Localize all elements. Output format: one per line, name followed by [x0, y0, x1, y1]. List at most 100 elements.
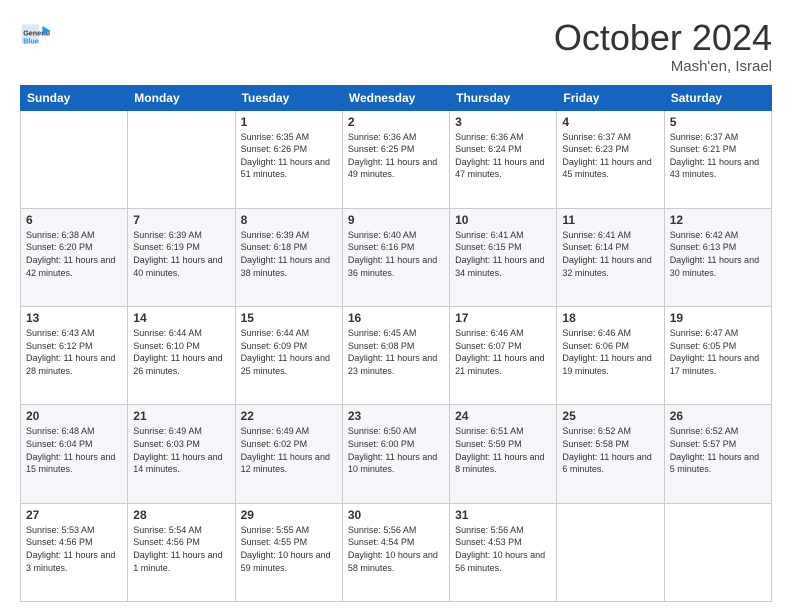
day-number: 3	[455, 115, 551, 129]
day-number: 8	[241, 213, 337, 227]
calendar-cell: 9Sunrise: 6:40 AM Sunset: 6:16 PM Daylig…	[342, 208, 449, 306]
page: General Blue October 2024 Mash'en, Israe…	[0, 0, 792, 612]
day-info: Sunrise: 6:49 AM Sunset: 6:03 PM Dayligh…	[133, 425, 229, 475]
week-row-1: 1 Sunrise: 6:35 AM Sunset: 6:26 PM Daylig…	[21, 110, 772, 208]
day-number: 11	[562, 213, 658, 227]
calendar-cell: 10Sunrise: 6:41 AM Sunset: 6:15 PM Dayli…	[450, 208, 557, 306]
calendar-cell: 14 Sunrise: 6:44 AM Sunset: 6:10 PM Dayli…	[128, 307, 235, 405]
day-number: 6	[26, 213, 122, 227]
day-info: Sunrise: 6:52 AM Sunset: 5:57 PM Dayligh…	[670, 425, 766, 475]
calendar-cell: 26Sunrise: 6:52 AM Sunset: 5:57 PM Dayli…	[664, 405, 771, 503]
day-info: Sunrise: 6:36 AM Sunset: 6:24 PM Dayligh…	[455, 131, 551, 181]
day-number: 21	[133, 409, 229, 423]
day-info: Sunrise: 6:51 AM Sunset: 5:59 PM Dayligh…	[455, 425, 551, 475]
week-row-3: 13 Sunrise: 6:43 AM Sunset: 6:12 PM Dayli…	[21, 307, 772, 405]
day-number: 29	[241, 508, 337, 522]
day-number: 14	[133, 311, 229, 325]
logo: General Blue	[20, 18, 52, 50]
day-info: Sunrise: 6:44 AM Sunset: 6:10 PM Dayligh…	[133, 327, 229, 377]
day-number: 22	[241, 409, 337, 423]
logo-icon: General Blue	[20, 18, 52, 50]
calendar-cell: 18Sunrise: 6:46 AM Sunset: 6:06 PM Dayli…	[557, 307, 664, 405]
calendar-cell: 31 Sunrise: 5:56 AM Sunset: 4:53 PM Dayli…	[450, 503, 557, 601]
calendar-cell: 11 Sunrise: 6:41 AM Sunset: 6:14 PM Dayli…	[557, 208, 664, 306]
day-info: Sunrise: 5:56 AM Sunset: 4:53 PM Dayligh…	[455, 524, 551, 574]
days-header-row: SundayMondayTuesdayWednesdayThursdayFrid…	[21, 85, 772, 110]
calendar-cell: 28 Sunrise: 5:54 AM Sunset: 4:56 PM Dayli…	[128, 503, 235, 601]
day-info: Sunrise: 6:39 AM Sunset: 6:19 PM Dayligh…	[133, 229, 229, 279]
day-info: Sunrise: 6:46 AM Sunset: 6:07 PM Dayligh…	[455, 327, 551, 377]
calendar-cell: 22 Sunrise: 6:49 AM Sunset: 6:02 PM Dayli…	[235, 405, 342, 503]
day-info: Sunrise: 6:35 AM Sunset: 6:26 PM Dayligh…	[241, 131, 337, 181]
day-info: Sunrise: 6:52 AM Sunset: 5:58 PM Dayligh…	[562, 425, 658, 475]
calendar-cell: 4 Sunrise: 6:37 AM Sunset: 6:23 PM Daylig…	[557, 110, 664, 208]
week-row-2: 6 Sunrise: 6:38 AM Sunset: 6:20 PM Daylig…	[21, 208, 772, 306]
title-block: October 2024 Mash'en, Israel	[554, 18, 772, 75]
day-number: 15	[241, 311, 337, 325]
day-number: 19	[670, 311, 766, 325]
location-title: Mash'en, Israel	[554, 58, 772, 75]
calendar-cell: 30 Sunrise: 5:56 AM Sunset: 4:54 PM Dayli…	[342, 503, 449, 601]
day-info: Sunrise: 6:36 AM Sunset: 6:25 PM Dayligh…	[348, 131, 444, 181]
calendar-cell: 8 Sunrise: 6:39 AM Sunset: 6:18 PM Daylig…	[235, 208, 342, 306]
calendar-cell: 23 Sunrise: 6:50 AM Sunset: 6:00 PM Dayli…	[342, 405, 449, 503]
calendar-cell	[128, 110, 235, 208]
day-info: Sunrise: 5:56 AM Sunset: 4:54 PM Dayligh…	[348, 524, 444, 574]
day-number: 5	[670, 115, 766, 129]
week-row-4: 20Sunrise: 6:48 AM Sunset: 6:04 PM Dayli…	[21, 405, 772, 503]
day-number: 18	[562, 311, 658, 325]
day-number: 4	[562, 115, 658, 129]
day-info: Sunrise: 5:55 AM Sunset: 4:55 PM Dayligh…	[241, 524, 337, 574]
calendar-table: SundayMondayTuesdayWednesdayThursdayFrid…	[20, 85, 772, 602]
day-number: 31	[455, 508, 551, 522]
calendar-cell	[557, 503, 664, 601]
day-info: Sunrise: 6:37 AM Sunset: 6:23 PM Dayligh…	[562, 131, 658, 181]
calendar-cell: 2Sunrise: 6:36 AM Sunset: 6:25 PM Daylig…	[342, 110, 449, 208]
calendar-body: 1 Sunrise: 6:35 AM Sunset: 6:26 PM Daylig…	[21, 110, 772, 601]
svg-text:Blue: Blue	[23, 37, 39, 46]
calendar-cell: 3 Sunrise: 6:36 AM Sunset: 6:24 PM Daylig…	[450, 110, 557, 208]
day-number: 24	[455, 409, 551, 423]
day-info: Sunrise: 6:38 AM Sunset: 6:20 PM Dayligh…	[26, 229, 122, 279]
day-info: Sunrise: 6:41 AM Sunset: 6:14 PM Dayligh…	[562, 229, 658, 279]
day-number: 13	[26, 311, 122, 325]
calendar-cell: 17 Sunrise: 6:46 AM Sunset: 6:07 PM Dayli…	[450, 307, 557, 405]
day-header-wednesday: Wednesday	[342, 85, 449, 110]
calendar-cell: 15 Sunrise: 6:44 AM Sunset: 6:09 PM Dayli…	[235, 307, 342, 405]
day-header-monday: Monday	[128, 85, 235, 110]
calendar-cell: 1 Sunrise: 6:35 AM Sunset: 6:26 PM Daylig…	[235, 110, 342, 208]
day-info: Sunrise: 6:40 AM Sunset: 6:16 PM Dayligh…	[348, 229, 444, 279]
day-header-friday: Friday	[557, 85, 664, 110]
day-header-thursday: Thursday	[450, 85, 557, 110]
calendar-cell: 29 Sunrise: 5:55 AM Sunset: 4:55 PM Dayli…	[235, 503, 342, 601]
day-info: Sunrise: 6:50 AM Sunset: 6:00 PM Dayligh…	[348, 425, 444, 475]
day-info: Sunrise: 6:44 AM Sunset: 6:09 PM Dayligh…	[241, 327, 337, 377]
day-info: Sunrise: 6:39 AM Sunset: 6:18 PM Dayligh…	[241, 229, 337, 279]
day-info: Sunrise: 6:37 AM Sunset: 6:21 PM Dayligh…	[670, 131, 766, 181]
calendar-cell	[21, 110, 128, 208]
calendar-cell: 12 Sunrise: 6:42 AM Sunset: 6:13 PM Dayli…	[664, 208, 771, 306]
month-title: October 2024	[554, 18, 772, 58]
calendar-cell: 21 Sunrise: 6:49 AM Sunset: 6:03 PM Dayli…	[128, 405, 235, 503]
day-number: 23	[348, 409, 444, 423]
day-info: Sunrise: 6:48 AM Sunset: 6:04 PM Dayligh…	[26, 425, 122, 475]
day-info: Sunrise: 6:49 AM Sunset: 6:02 PM Dayligh…	[241, 425, 337, 475]
day-header-tuesday: Tuesday	[235, 85, 342, 110]
calendar-cell: 13 Sunrise: 6:43 AM Sunset: 6:12 PM Dayli…	[21, 307, 128, 405]
day-number: 28	[133, 508, 229, 522]
day-number: 30	[348, 508, 444, 522]
calendar-cell: 6 Sunrise: 6:38 AM Sunset: 6:20 PM Daylig…	[21, 208, 128, 306]
day-info: Sunrise: 6:43 AM Sunset: 6:12 PM Dayligh…	[26, 327, 122, 377]
day-info: Sunrise: 6:41 AM Sunset: 6:15 PM Dayligh…	[455, 229, 551, 279]
day-number: 17	[455, 311, 551, 325]
day-header-saturday: Saturday	[664, 85, 771, 110]
day-number: 16	[348, 311, 444, 325]
calendar-cell: 16 Sunrise: 6:45 AM Sunset: 6:08 PM Dayli…	[342, 307, 449, 405]
day-number: 12	[670, 213, 766, 227]
calendar-cell: 24 Sunrise: 6:51 AM Sunset: 5:59 PM Dayli…	[450, 405, 557, 503]
calendar-cell: 20Sunrise: 6:48 AM Sunset: 6:04 PM Dayli…	[21, 405, 128, 503]
day-info: Sunrise: 6:42 AM Sunset: 6:13 PM Dayligh…	[670, 229, 766, 279]
day-info: Sunrise: 6:45 AM Sunset: 6:08 PM Dayligh…	[348, 327, 444, 377]
day-info: Sunrise: 5:54 AM Sunset: 4:56 PM Dayligh…	[133, 524, 229, 574]
day-number: 1	[241, 115, 337, 129]
